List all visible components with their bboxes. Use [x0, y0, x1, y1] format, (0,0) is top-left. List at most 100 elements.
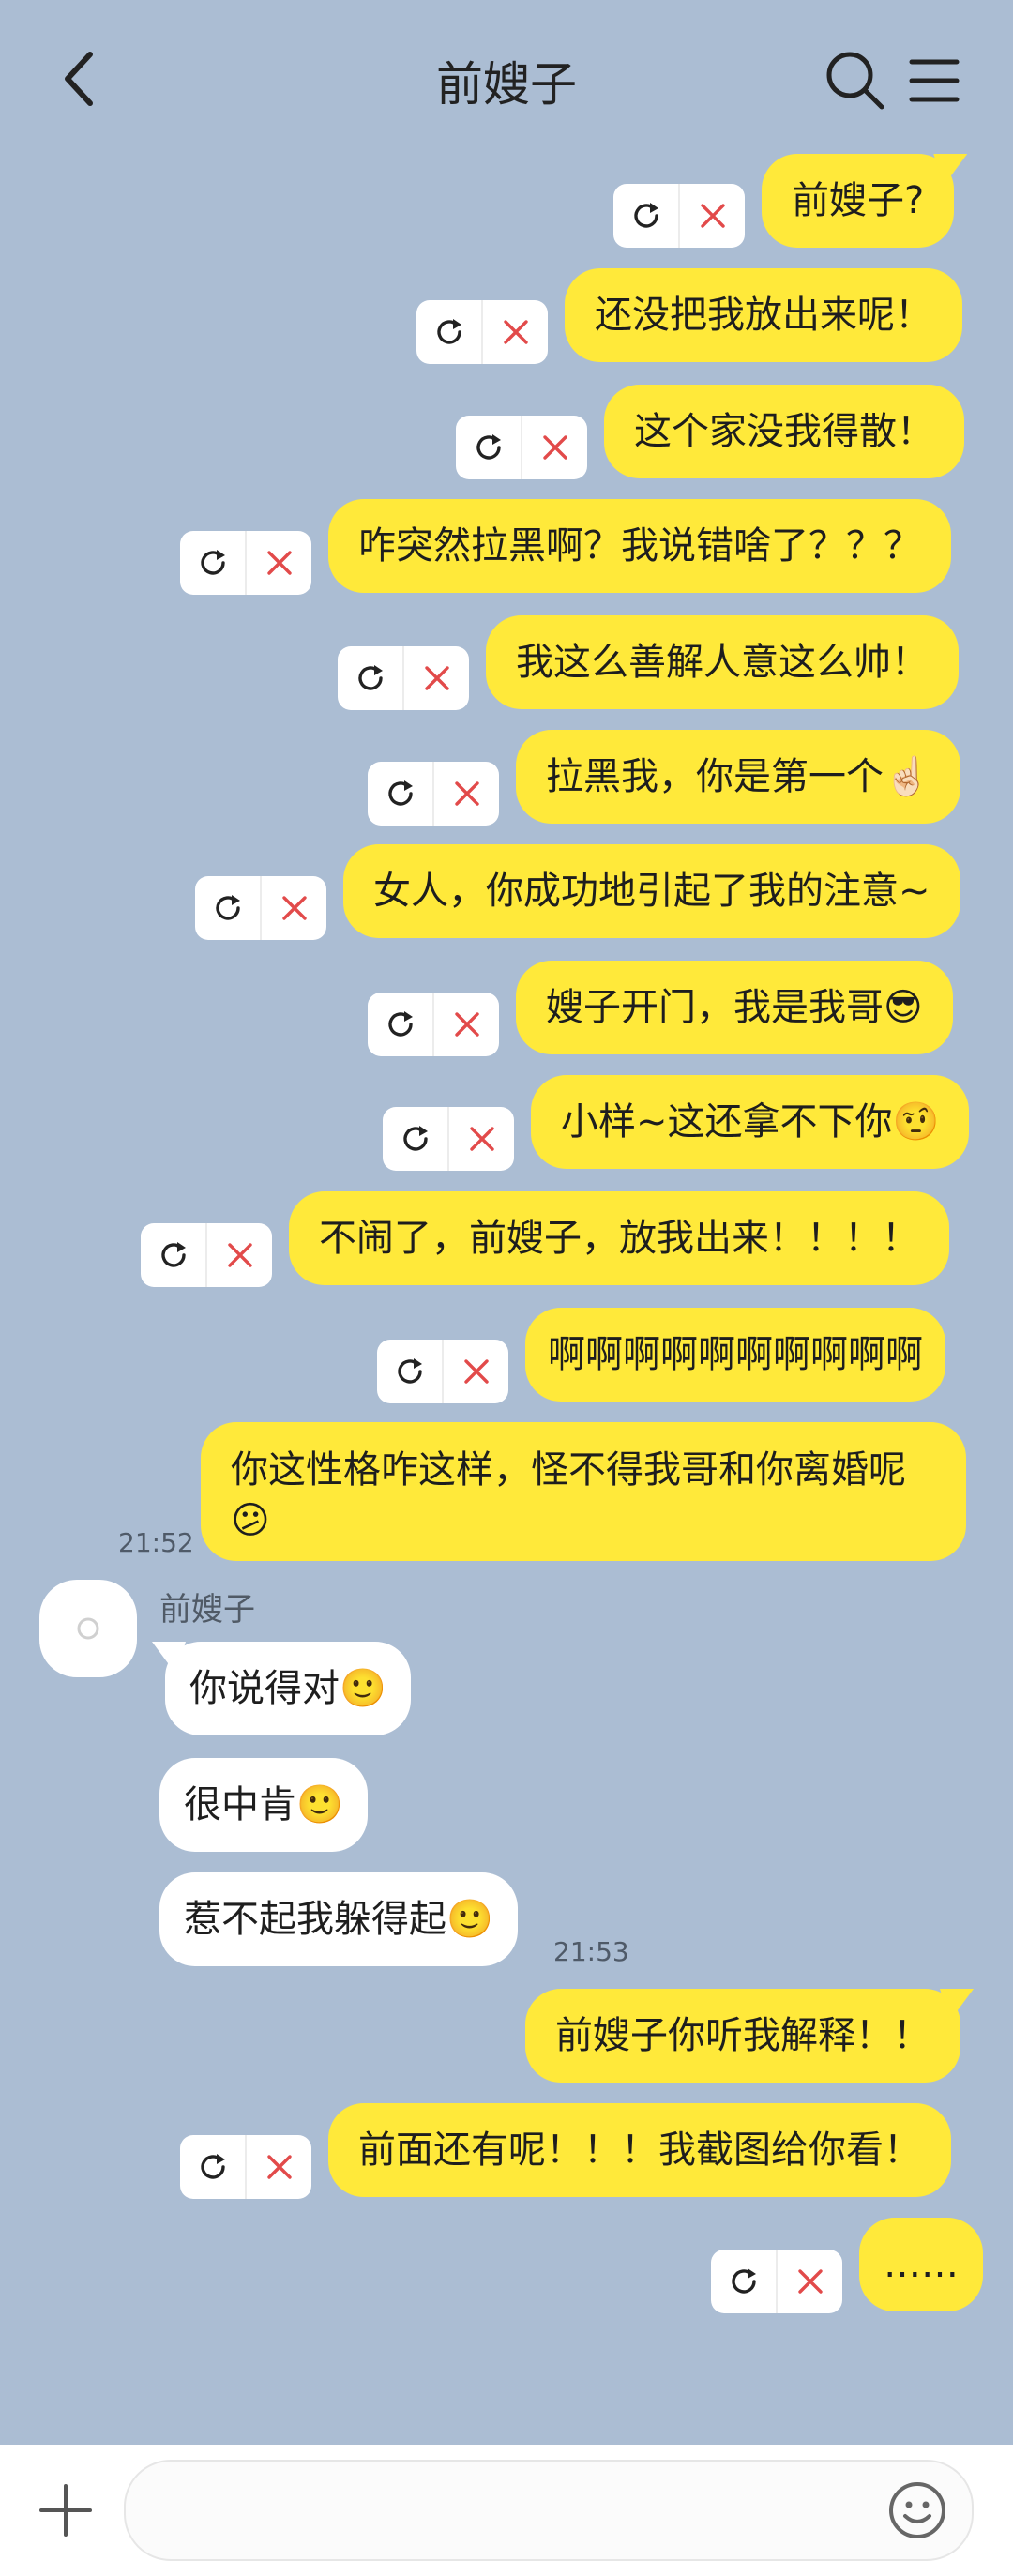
retry-button[interactable]: [180, 531, 245, 595]
delete-button[interactable]: [260, 876, 326, 940]
message-bubble-out[interactable]: 小样~这还拿不下你🤨: [531, 1075, 970, 1169]
retry-button[interactable]: [613, 184, 678, 248]
resend-controls: [456, 416, 587, 479]
sender-name: 前嫂子: [159, 1591, 255, 1629]
refresh-icon: [357, 665, 383, 690]
refresh-icon: [215, 895, 240, 920]
close-icon: [797, 2269, 823, 2294]
emoji-button[interactable]: [887, 2480, 947, 2540]
plus-icon: [39, 2484, 92, 2537]
message-text: 嫂子开门，我是我哥😎: [546, 986, 923, 1029]
message-bubble-out[interactable]: 我这么善解人意这么帅！: [486, 615, 959, 709]
message-input[interactable]: [124, 2460, 974, 2561]
message-text: 啊啊啊啊啊啊啊啊啊啊: [548, 1333, 923, 1376]
message-text: 这个家没我得散！: [634, 410, 934, 453]
delete-button[interactable]: [447, 1107, 514, 1171]
refresh-icon: [200, 550, 225, 575]
delete-button[interactable]: [432, 993, 499, 1056]
message-bubble-out[interactable]: 不闹了，前嫂子，放我出来！！！！: [289, 1191, 949, 1285]
message-bubble-out[interactable]: 女人，你成功地引起了我的注意~: [343, 844, 960, 938]
message-bubble-in[interactable]: 你说得对🙂: [152, 1642, 411, 1735]
message-bubble-out[interactable]: 前嫂子?: [762, 154, 968, 248]
retry-button[interactable]: [377, 1340, 442, 1403]
refresh-icon: [476, 434, 501, 460]
timestamp: 21:52: [118, 1527, 194, 1558]
bubble-tail: [152, 1642, 186, 1674]
delete-button[interactable]: [245, 2135, 311, 2199]
resend-controls: [195, 876, 326, 940]
menu-button[interactable]: [906, 53, 962, 109]
message-text: 很中肯🙂: [184, 1783, 343, 1826]
message-text: 前嫂子?: [792, 179, 925, 222]
retry-button[interactable]: [383, 1107, 447, 1171]
delete-button[interactable]: [776, 2250, 842, 2313]
delete-button[interactable]: [432, 762, 499, 826]
message-bubble-out[interactable]: 拉黑我，你是第一个☝🏻: [516, 730, 960, 824]
delete-button[interactable]: [402, 646, 469, 710]
message-bubble-in[interactable]: 很中肯🙂: [159, 1758, 368, 1852]
resend-controls: [377, 1340, 508, 1403]
message-text: 拉黑我，你是第一个☝🏻: [546, 755, 930, 798]
delete-button[interactable]: [481, 300, 548, 364]
refresh-icon: [633, 203, 658, 228]
resend-controls: [141, 1223, 272, 1287]
message-text: 惹不起我躲得起🙂: [184, 1898, 493, 1941]
message-bubble-out[interactable]: 咋突然拉黑啊？我说错啥了？？？: [328, 499, 951, 593]
attach-button[interactable]: [38, 2482, 94, 2538]
retry-button[interactable]: [416, 300, 481, 364]
search-button[interactable]: [824, 49, 885, 111]
retry-button[interactable]: [195, 876, 260, 940]
message-text: 我这么善解人意这么帅！: [516, 641, 929, 684]
avatar-placeholder-icon: [77, 1617, 99, 1640]
avatar[interactable]: [39, 1580, 137, 1677]
close-icon: [227, 1243, 252, 1267]
message-input-bar: [0, 2445, 1013, 2576]
delete-button[interactable]: [245, 531, 311, 595]
message-text: 你说得对🙂: [189, 1667, 386, 1710]
delete-button[interactable]: [205, 1223, 272, 1287]
search-icon: [826, 52, 884, 110]
timestamp: 21:53: [553, 1936, 629, 1967]
chat-header: 前嫂子: [0, 0, 1013, 159]
retry-button[interactable]: [141, 1223, 205, 1287]
resend-controls: [338, 646, 469, 710]
retry-button[interactable]: [368, 762, 432, 826]
retry-button[interactable]: [368, 993, 432, 1056]
message-bubble-out[interactable]: 嫂子开门，我是我哥😎: [516, 961, 953, 1054]
message-bubble-out[interactable]: 前嫂子你听我解释！！: [525, 1989, 974, 2083]
message-text: ……: [884, 2243, 959, 2286]
refresh-icon: [436, 319, 461, 344]
resend-controls: [368, 762, 499, 826]
resend-controls: [416, 300, 548, 364]
message-bubble-out[interactable]: 这个家没我得散！: [604, 385, 964, 478]
message-bubble-out[interactable]: 还没把我放出来呢！: [565, 268, 962, 362]
message-text: 前嫂子你听我解释！！: [555, 2014, 930, 2057]
bubble-tail: [933, 154, 968, 186]
message-text: 不闹了，前嫂子，放我出来！！！！: [319, 1217, 919, 1260]
message-bubble-in[interactable]: 惹不起我躲得起🙂: [159, 1872, 518, 1966]
message-bubble-out[interactable]: 啊啊啊啊啊啊啊啊啊啊: [525, 1308, 945, 1402]
resend-controls: [180, 2135, 311, 2199]
message-bubble-out[interactable]: ……: [859, 2218, 983, 2311]
close-icon: [469, 1127, 494, 1151]
retry-button[interactable]: [180, 2135, 245, 2199]
message-bubble-out[interactable]: 前面还有呢！！！我截图给你看！: [328, 2103, 951, 2197]
retry-button[interactable]: [338, 646, 402, 710]
refresh-icon: [387, 1011, 413, 1037]
close-icon: [503, 320, 528, 344]
bubble-tail: [940, 1989, 974, 2021]
message-text: 前面还有呢！！！我截图给你看！: [358, 2129, 921, 2172]
retry-button[interactable]: [456, 416, 521, 479]
close-icon: [281, 896, 307, 920]
close-icon: [454, 1012, 479, 1037]
close-icon: [266, 2155, 292, 2179]
menu-icon: [909, 59, 960, 102]
resend-controls: [711, 2250, 842, 2313]
delete-button[interactable]: [442, 1340, 508, 1403]
resend-controls: [368, 993, 499, 1056]
retry-button[interactable]: [711, 2250, 776, 2313]
delete-button[interactable]: [678, 184, 745, 248]
delete-button[interactable]: [521, 416, 587, 479]
close-icon: [542, 435, 567, 460]
message-bubble-out[interactable]: 你这性格咋这样，怪不得我哥和你离婚呢😕: [201, 1422, 966, 1561]
